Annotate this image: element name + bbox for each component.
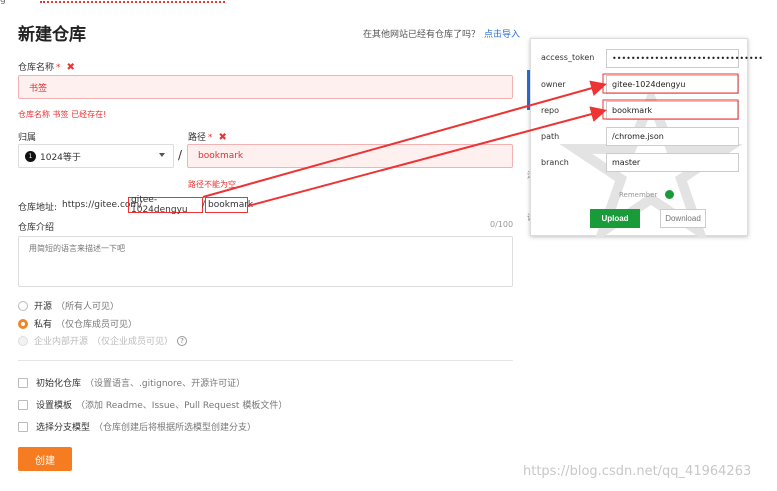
watermark: https://blog.csdn.net/qq_41964263: [523, 464, 752, 479]
arrow-owner: [202, 80, 607, 198]
repo-highlight-box: [602, 99, 739, 120]
owner-highlight-box: [602, 73, 739, 94]
arrow-repo: [247, 106, 607, 207]
annotation-arrows: [202, 73, 739, 207]
